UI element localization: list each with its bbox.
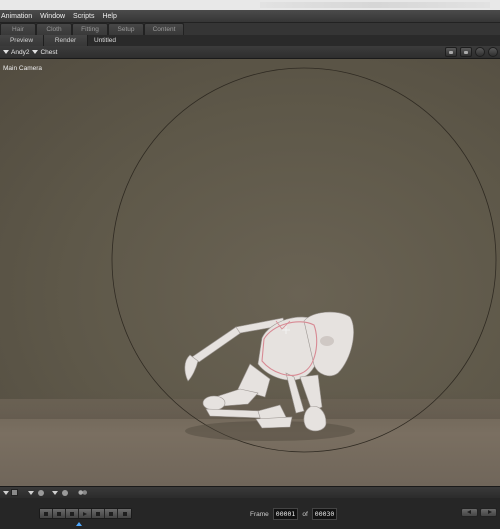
total-frames-field[interactable]: 00030 (311, 508, 338, 520)
chevron-down-icon (3, 490, 9, 495)
left-forearm[interactable] (191, 326, 243, 363)
stop-button[interactable] (66, 509, 79, 518)
sphere-icon (62, 489, 68, 496)
document-viewport[interactable]: Main Camera (0, 59, 500, 486)
actor-menu-label: Chest (40, 48, 58, 56)
options-icon[interactable] (488, 47, 498, 57)
timeline-row: Frame 00001 of 00030 (0, 498, 500, 529)
scene-svg (111, 67, 497, 453)
menu-help[interactable]: Help (98, 10, 120, 23)
document-title: Untitled (88, 35, 123, 46)
actor-menu[interactable]: Chest (32, 49, 57, 56)
figure-menu[interactable]: Andy2 (3, 49, 29, 56)
light-menu[interactable] (28, 489, 44, 496)
render-camera-icon[interactable] (460, 47, 472, 57)
tab-preview[interactable]: Preview (0, 35, 44, 46)
room-tabs: Hair Cloth Fitting Setup Content (0, 23, 500, 35)
playhead-marker[interactable] (76, 522, 82, 526)
of-label: of (302, 510, 308, 518)
camera-icon[interactable] (445, 47, 457, 57)
menu-animation[interactable]: Animation (0, 10, 36, 23)
viewport-toolbar: Andy2 Chest (0, 46, 500, 59)
display-style-icon (11, 489, 18, 496)
camera-label: Main Camera (3, 65, 43, 72)
menu-window[interactable]: Window (36, 10, 69, 23)
transport-controls (39, 508, 132, 519)
right-hand-palm[interactable] (255, 416, 293, 429)
light-icon[interactable] (475, 47, 485, 57)
background-window-hint (260, 2, 490, 8)
play-button[interactable] (79, 509, 92, 518)
right-thigh[interactable] (299, 374, 323, 412)
tab-setup[interactable]: Setup (108, 23, 144, 35)
viewport-options-row (0, 487, 500, 498)
tab-fitting[interactable]: Fitting (72, 23, 108, 35)
head-shading (320, 336, 334, 346)
frame-label: Frame (250, 510, 269, 518)
view-tabs: Preview Render Untitled (0, 35, 500, 46)
animation-controls: Frame 00001 of 00030 (0, 486, 500, 529)
chevron-down-icon (28, 490, 34, 495)
previous-frame-button[interactable] (461, 508, 478, 517)
key-nav-buttons (461, 508, 497, 517)
left-foot-sole[interactable] (205, 408, 263, 419)
toolbar-icons (445, 47, 498, 57)
left-foot[interactable] (202, 395, 226, 411)
menu-bar: Animation Window Scripts Help (0, 10, 500, 23)
room-tabs-fill (184, 23, 500, 35)
frame-counter: Frame 00001 of 00030 (250, 508, 338, 520)
keyframe-icon[interactable] (78, 489, 87, 496)
chevron-down-icon (52, 490, 58, 495)
sphere-menu[interactable] (52, 489, 68, 496)
loop-button[interactable] (118, 509, 131, 518)
menu-scripts[interactable]: Scripts (69, 10, 98, 23)
tab-hair[interactable]: Hair (0, 23, 36, 35)
chevron-down-icon (32, 50, 39, 54)
previous-key-button[interactable] (53, 509, 66, 518)
current-frame-field[interactable]: 00001 (272, 508, 299, 520)
light-icon (38, 489, 44, 496)
tab-cloth[interactable]: Cloth (36, 23, 72, 35)
next-key-button[interactable] (92, 509, 105, 518)
top-screen-strip (0, 0, 500, 10)
tab-content[interactable]: Content (144, 23, 184, 35)
first-frame-button[interactable] (40, 509, 53, 518)
right-foot[interactable] (303, 406, 327, 432)
chevron-down-icon (3, 50, 9, 54)
tab-render[interactable]: Render (44, 35, 88, 46)
figure-menu-label: Andy2 (11, 48, 30, 56)
next-frame-button[interactable] (480, 508, 497, 517)
display-style-menu[interactable] (3, 489, 18, 496)
last-frame-button[interactable] (105, 509, 118, 518)
figure-andy[interactable] (184, 311, 354, 432)
trackball-circle[interactable] (111, 67, 497, 453)
